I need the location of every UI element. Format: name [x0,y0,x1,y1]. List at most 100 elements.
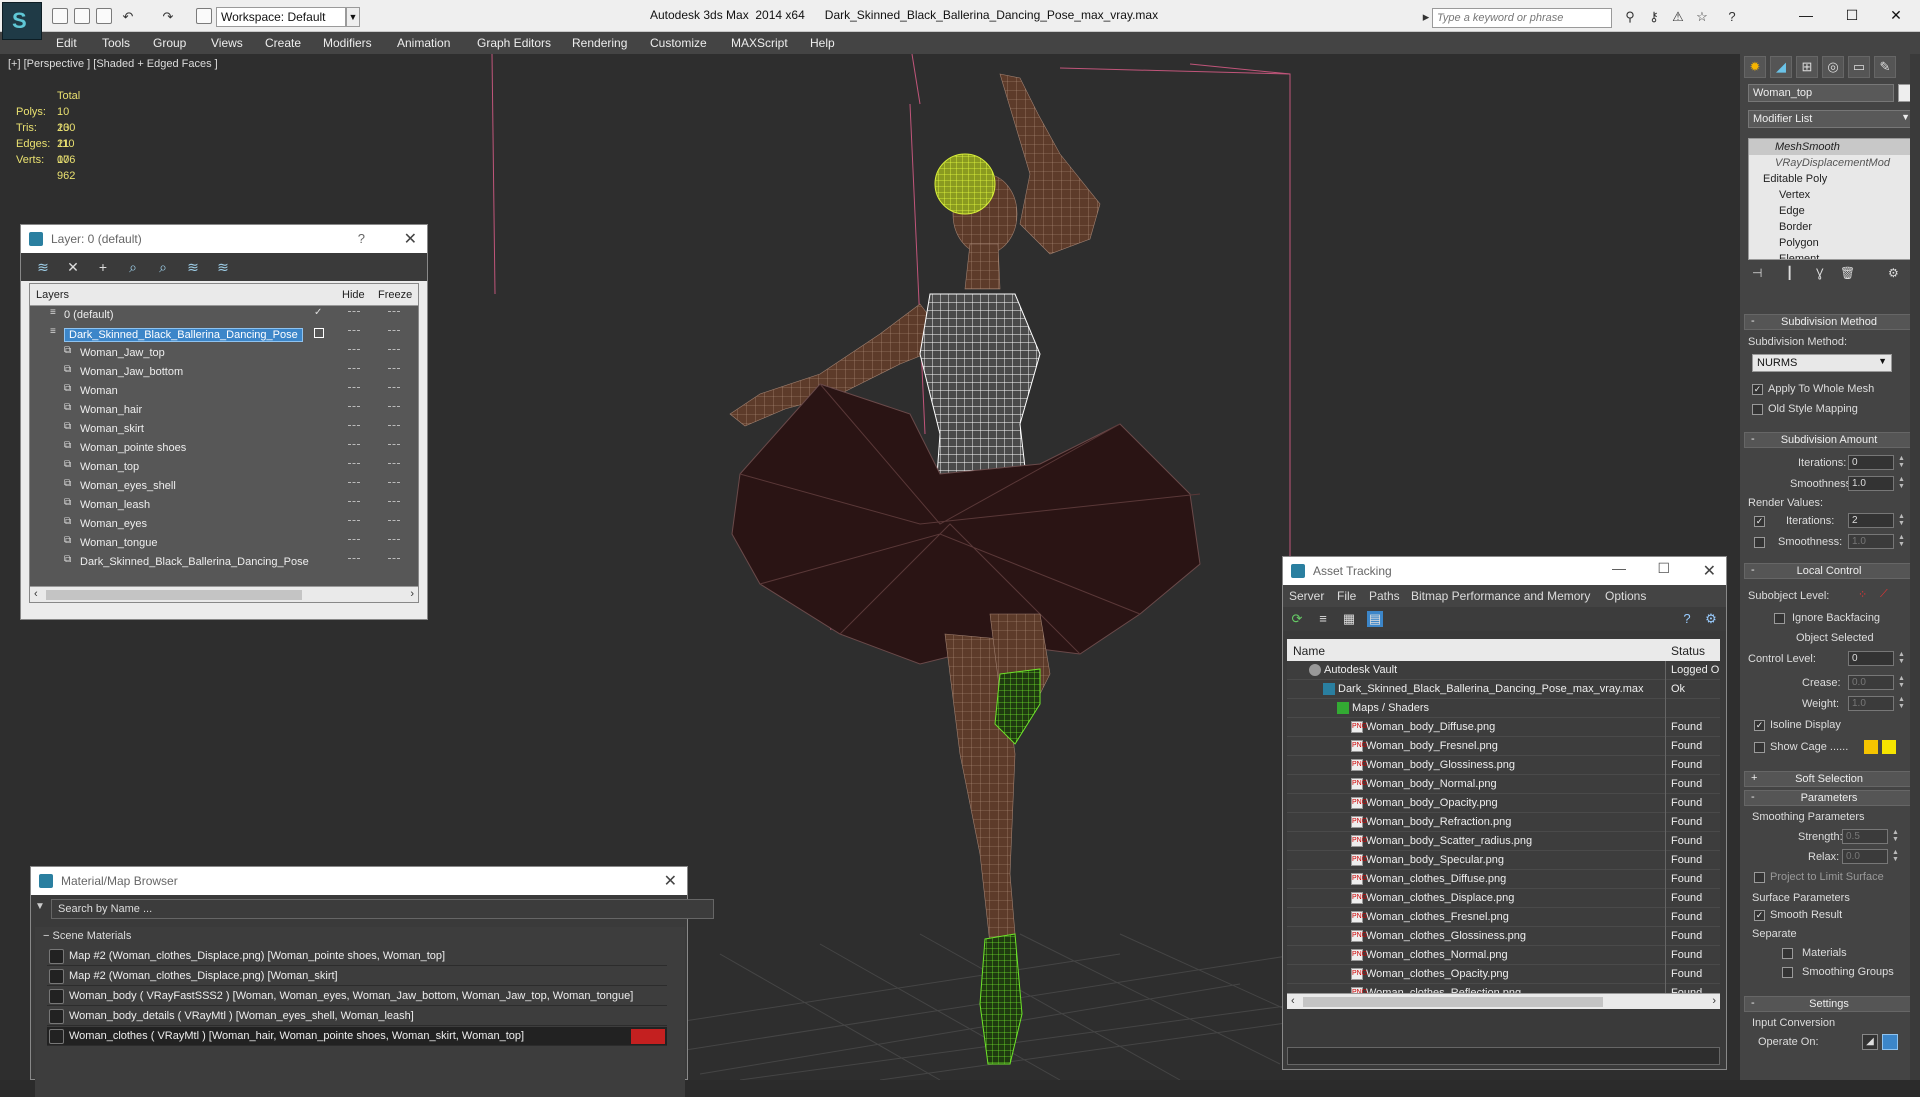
show-cage-checkbox[interactable] [1754,742,1765,753]
rollout-settings[interactable]: - Settings [1744,996,1914,1012]
layer-horizontal-scrollbar[interactable]: ‹ › [30,586,418,602]
stack-item-vertex[interactable]: Vertex [1749,187,1913,203]
help-button[interactable]: ? [358,231,365,246]
key-icon[interactable]: ⚷ [1646,10,1662,24]
operate-on-faces-icon[interactable]: ◢ [1862,1034,1878,1050]
make-unique-icon[interactable]: Ɣ [1816,266,1824,280]
asset-menu-paths[interactable]: Paths [1369,589,1400,603]
menu-create[interactable]: Create [265,36,301,50]
material-browser-titlebar[interactable]: Material/Map Browser ✕ [31,867,687,895]
material-row[interactable]: Woman_body ( VRayFastSSS2 ) [Woman, Woma… [47,987,667,1006]
chevron-down-icon[interactable]: ▼ [346,7,360,27]
layer-row[interactable]: ⧉ Woman_eyes_shell [30,477,418,496]
material-row[interactable]: Woman_body_details ( VRayMtl ) [Woman_ey… [47,1007,667,1026]
close-window-button[interactable]: ✕ [1880,4,1912,26]
freeze-toggle[interactable] [388,349,400,350]
stack-item-meshsmooth[interactable]: MeshSmooth [1749,139,1913,155]
asset-tracking-titlebar[interactable]: Asset Tracking — ☐ ✕ [1283,557,1726,585]
scroll-thumb[interactable] [1303,997,1603,1007]
hide-toggle[interactable] [348,539,360,540]
material-row[interactable]: Map #2 (Woman_clothes_Displace.png) [Wom… [47,947,667,966]
spinner-arrows-icon[interactable]: ▲ ▼ [1898,513,1906,528]
freeze-toggle[interactable] [388,425,400,426]
help-icon[interactable]: ? [1724,10,1740,24]
hide-toggle[interactable] [348,349,360,350]
asset-horizontal-scrollbar[interactable]: ‹ › [1287,993,1720,1009]
asset-row[interactable]: PNGWoman_clothes_Opacity.png Found [1287,965,1720,984]
configure-sets-icon[interactable]: ⚙ [1888,266,1899,280]
layer-row[interactable]: ⧉ Woman [30,382,418,401]
display-tab-icon[interactable]: ▭ [1848,56,1870,78]
asset-row[interactable]: PNGWoman_body_Normal.png Found [1287,775,1720,794]
freeze-toggle[interactable] [388,444,400,445]
remove-modifier-icon[interactable]: 🗑 [1840,266,1855,280]
freeze-toggle[interactable] [388,311,400,312]
app-menu-button[interactable]: S [2,2,42,40]
asset-row[interactable]: PNGWoman_body_Glossiness.png Found [1287,756,1720,775]
asset-row[interactable]: PNGWoman_body_Scatter_radius.png Found [1287,832,1720,851]
column-freeze[interactable]: Freeze [378,289,412,301]
motion-tab-icon[interactable]: ◎ [1822,56,1844,78]
material-row[interactable]: Woman_clothes ( VRayMtl ) [Woman_hair, W… [47,1027,667,1046]
save-file-icon[interactable] [96,8,112,24]
current-layer-check-icon[interactable]: ✓ [314,307,326,319]
set-current-layer-icon[interactable] [314,328,324,338]
column-name[interactable]: Name [1293,644,1325,658]
asset-row[interactable]: PNGWoman_clothes_Fresnel.png Found [1287,908,1720,927]
hide-toggle[interactable] [348,501,360,502]
scroll-right-icon[interactable]: › [1712,995,1716,1007]
stack-item-edge[interactable]: Edge [1749,203,1913,219]
utilities-tab-icon[interactable]: ✎ [1874,56,1896,78]
show-end-result-icon[interactable]: ┃ [1786,266,1793,280]
maximize-icon[interactable]: ☐ [1657,560,1670,577]
pin-stack-icon[interactable]: ⊣ [1752,266,1762,280]
material-search-input[interactable]: Search by Name ... [51,899,714,919]
asset-path-field[interactable] [1287,1047,1720,1065]
render-smoothness-spinner[interactable]: 1.0 [1848,534,1894,549]
freeze-toggle[interactable] [388,520,400,521]
smoothness-spinner[interactable]: 1.0 [1848,476,1894,491]
hide-toggle[interactable] [348,558,360,559]
stack-item-vraydisplacement[interactable]: VRayDisplacementMod [1749,155,1913,171]
stack-item-border[interactable]: Border [1749,219,1913,235]
scroll-left-icon[interactable]: ‹ [34,588,38,600]
freeze-toggle[interactable] [388,368,400,369]
freeze-toggle[interactable] [388,482,400,483]
scene-materials-group[interactable]: − Scene Materials [35,927,685,945]
spinner-arrows-icon[interactable]: ▲ ▼ [1898,476,1906,491]
old-style-mapping-checkbox[interactable] [1752,404,1763,415]
hide-toggle[interactable] [348,368,360,369]
menu-modifiers[interactable]: Modifiers [323,36,372,50]
layer-row[interactable]: ⧉ Woman_leash [30,496,418,515]
strength-spinner[interactable]: 0.5 [1842,829,1888,844]
scroll-thumb[interactable] [46,590,302,600]
binoculars-icon[interactable]: ⚲ [1622,10,1638,24]
freeze-toggle[interactable] [388,387,400,388]
asset-row[interactable]: Dark_Skinned_Black_Ballerina_Dancing_Pos… [1287,680,1720,699]
smooth-result-checkbox[interactable]: ✓ [1754,910,1765,921]
layer-row[interactable]: ⧉ Woman_eyes [30,515,418,534]
column-hide[interactable]: Hide [342,289,365,301]
column-status[interactable]: Status [1671,644,1705,658]
refresh-icon[interactable]: ⟳ [1289,611,1305,627]
freeze-toggle[interactable] [388,558,400,559]
render-smoothness-checkbox[interactable] [1754,537,1765,548]
spinner-arrows-icon[interactable]: ▲ ▼ [1892,849,1900,864]
stack-item-element[interactable]: Element [1749,251,1913,259]
menu-rendering[interactable]: Rendering [572,36,627,50]
table-view-icon[interactable]: ▤ [1367,611,1383,627]
freeze-all-layers-icon[interactable]: ≋ [215,259,231,275]
subobject-edge-icon[interactable]: ⟋ [1880,588,1888,601]
highlight-layer-icon[interactable]: ⌕ [155,259,171,275]
separate-materials-checkbox[interactable] [1782,948,1793,959]
maximize-button[interactable]: ☐ [1836,4,1868,26]
rollout-soft-selection[interactable]: + Soft Selection [1744,771,1914,787]
layer-row[interactable]: ⧉ Woman_Jaw_top [30,344,418,363]
hide-toggle[interactable] [348,311,360,312]
minimize-icon[interactable]: — [1612,560,1626,576]
layer-row[interactable]: ≡ 0 (default) ✓ [30,306,418,325]
hide-toggle[interactable] [348,425,360,426]
hide-toggle[interactable] [348,520,360,521]
material-row[interactable]: Map #2 (Woman_clothes_Displace.png) [Wom… [47,967,667,986]
column-layers[interactable]: Layers [36,289,69,301]
